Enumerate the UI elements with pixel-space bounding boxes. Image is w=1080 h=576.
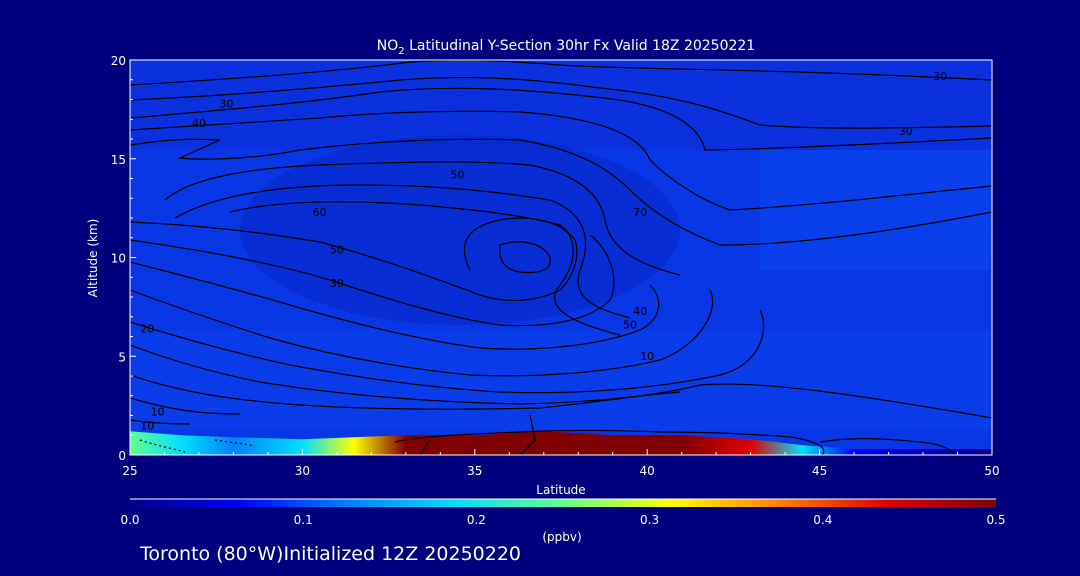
x-tick-label: 45 — [812, 464, 827, 478]
x-tick-label: 25 — [122, 464, 137, 478]
colorbar — [130, 499, 996, 507]
y-tick-label: 0 — [118, 449, 126, 463]
contour-label: 10 — [640, 350, 654, 363]
y-tick-label: 10 — [111, 252, 126, 266]
chart-canvas: NO2 Latitudinal Y-Section 30hr Fx Valid … — [86, 38, 1006, 544]
contour-label: 30 — [330, 277, 344, 290]
x-axis-label: Latitude — [536, 483, 585, 497]
plot-area: 1010102030303030405050504060 70 — [130, 60, 992, 455]
contour-label: 10 — [140, 419, 154, 432]
colorbar-tick-label: 0.4 — [813, 513, 832, 527]
contour-label: 40 — [633, 305, 647, 318]
field-lower-layer — [130, 330, 992, 430]
contour-label: 50 — [330, 244, 344, 257]
colorbar-tick-label: 0.1 — [294, 513, 313, 527]
colorbar-tick-label: 0.3 — [640, 513, 659, 527]
contour-label: 50 — [623, 319, 637, 332]
contour-label: 60 — [313, 206, 327, 219]
contour-label: 30 — [220, 97, 234, 110]
field-band-upper — [130, 60, 992, 150]
contour-label: 30 — [899, 125, 913, 138]
x-tick-label: 40 — [640, 464, 655, 478]
contour-label: 50 — [451, 169, 465, 182]
y-tick-label: 15 — [111, 153, 126, 167]
colorbar-label: (ppbv) — [542, 530, 581, 544]
colorbar-tick-label: 0.5 — [986, 513, 1005, 527]
y-tick-label: 20 — [111, 54, 126, 68]
y-tick-label: 5 — [118, 350, 126, 364]
contour-label: 30 — [933, 70, 947, 83]
field-band-mid-right — [760, 150, 992, 270]
field-core-minimum — [240, 135, 680, 325]
colorbar-tick-label: 0.2 — [467, 513, 486, 527]
colorbar-ticks: 0.0 0.1 0.2 0.3 0.4 0.5 — [120, 513, 1005, 527]
y-axis-label: Altitude (km) — [86, 219, 100, 298]
footer-caption: Toronto (80°W)Initialized 12Z 20250220 — [140, 543, 522, 565]
contour-label: 10 — [151, 406, 165, 419]
x-tick-label: 50 — [984, 464, 999, 478]
colorbar-tick-label: 0.0 — [120, 513, 139, 527]
x-tick-label: 35 — [467, 464, 482, 478]
x-tick-label: 30 — [295, 464, 310, 478]
contour-label: 70 — [633, 206, 647, 219]
contour-label: 20 — [140, 323, 154, 336]
contour-label: 40 — [192, 117, 206, 130]
chart-title: NO2 Latitudinal Y-Section 30hr Fx Valid … — [377, 38, 755, 57]
